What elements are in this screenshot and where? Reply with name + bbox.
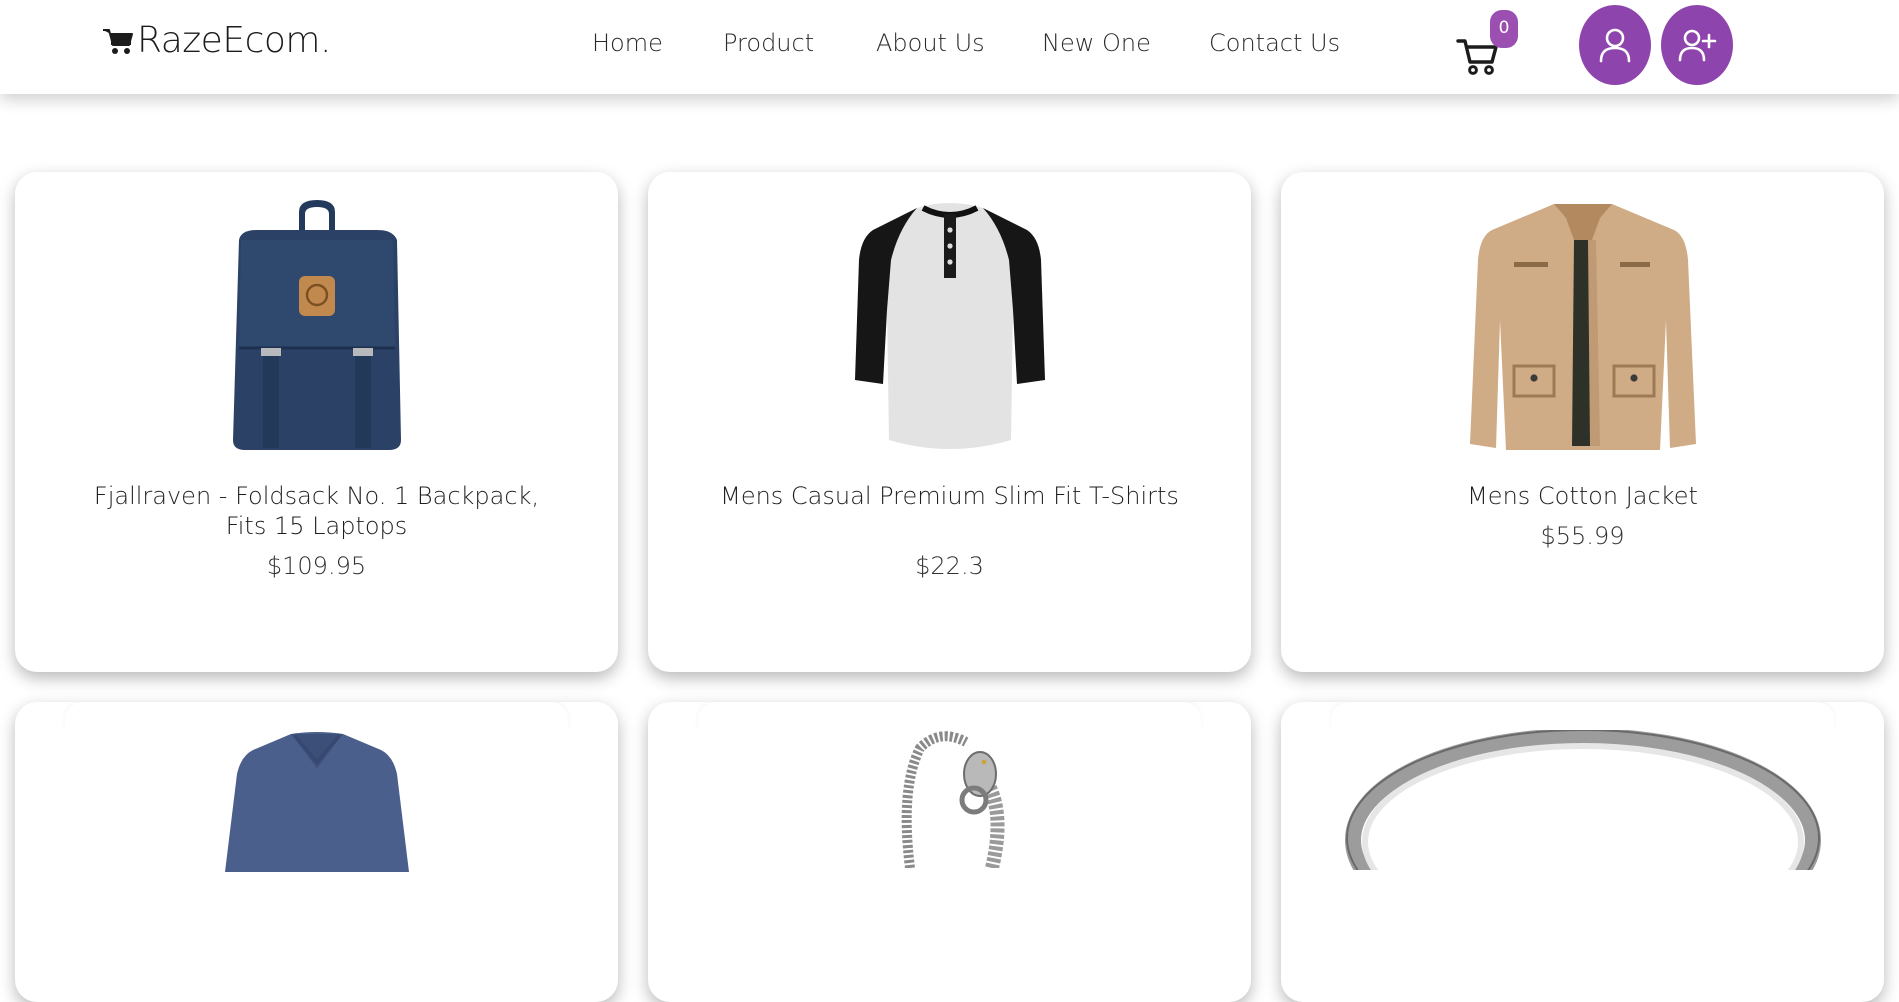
jacket-image <box>1469 204 1696 450</box>
product-price: $109.95 <box>266 552 367 580</box>
shopping-cart-logo-icon <box>103 29 133 54</box>
brand-logo[interactable]: RazeEcom. <box>101 18 331 62</box>
card-image-frame <box>1331 702 1834 732</box>
nav-contact-us[interactable]: Contact Us <box>1209 26 1340 60</box>
brand-name: RazeEcom. <box>137 19 331 61</box>
tshirt-image <box>854 203 1045 449</box>
login-button[interactable] <box>1579 5 1651 85</box>
product-title[interactable]: Fjallraven - Foldsack No. 1 Backpack, Fi… <box>75 481 558 541</box>
nav-home[interactable]: Home <box>592 26 663 60</box>
user-icon <box>1599 28 1631 63</box>
card-image-frame <box>65 702 568 732</box>
product-price: $22.3 <box>915 552 984 580</box>
cart-count-badge: 0 <box>1490 10 1518 48</box>
nav-product[interactable]: Product <box>723 26 814 60</box>
add-user-icon <box>1678 29 1717 62</box>
product-price: $55.99 <box>1540 522 1625 550</box>
backpack-image <box>232 200 401 450</box>
product-title[interactable]: Mens Cotton Jacket <box>1341 481 1824 511</box>
bangle-image <box>1344 730 1821 870</box>
bracelet-image <box>901 731 1004 868</box>
product-card[interactable] <box>1281 702 1884 1002</box>
product-card[interactable] <box>648 702 1251 1002</box>
site-header: RazeEcom. Home Product About Us New One … <box>0 0 1899 94</box>
sweater-image <box>224 732 409 872</box>
register-button[interactable] <box>1661 5 1733 85</box>
product-card[interactable]: Mens Casual Premium Slim Fit T-Shirts $2… <box>648 172 1251 672</box>
nav-new-one[interactable]: New One <box>1042 26 1151 60</box>
nav-about-us[interactable]: About Us <box>876 26 985 60</box>
product-card[interactable]: Mens Cotton Jacket $55.99 <box>1281 172 1884 672</box>
product-title[interactable]: Mens Casual Premium Slim Fit T-Shirts <box>708 481 1191 511</box>
product-card[interactable]: Fjallraven - Foldsack No. 1 Backpack, Fi… <box>15 172 618 672</box>
product-card[interactable] <box>15 702 618 1002</box>
